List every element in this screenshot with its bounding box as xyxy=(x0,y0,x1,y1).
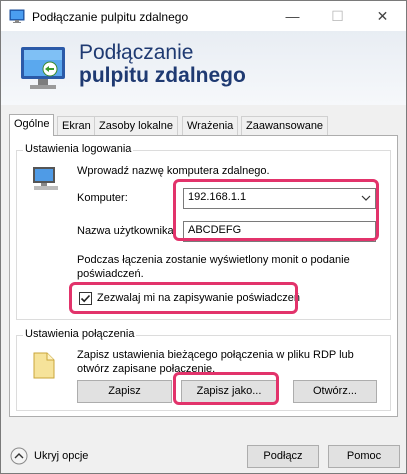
chevron-up-icon[interactable] xyxy=(10,447,28,465)
remote-desktop-icon xyxy=(9,9,25,23)
tab-ekran[interactable]: Ekran xyxy=(57,116,96,135)
prompt-note-line1: Podczas łączenia zostanie wyświetlony mo… xyxy=(77,254,350,266)
help-button[interactable]: Pomoc xyxy=(328,445,400,468)
logon-settings-group: Ustawienia logowania Wprowadź nazwę komp… xyxy=(16,143,391,320)
connection-settings-group: Ustawienia połączenia Zapisz ustawienia … xyxy=(16,328,391,411)
minimize-button[interactable]: — xyxy=(270,1,315,31)
username-label: Nazwa użytkownika: xyxy=(77,225,177,237)
header-banner: Podłączanie pulpitu zdalnego xyxy=(1,31,406,105)
connection-description-line2: otwórz zapisane połączenie. xyxy=(77,363,216,375)
open-button[interactable]: Otwórz... xyxy=(293,380,377,403)
window-title: Podłączanie pulpitu zdalnego xyxy=(32,10,189,24)
computer-value: 192.168.1.1 xyxy=(188,191,247,203)
save-as-button[interactable]: Zapisz jako... xyxy=(181,380,277,403)
computer-instruction: Wprowadź nazwę komputera zdalnego. xyxy=(77,165,270,177)
computer-label: Komputer: xyxy=(77,192,128,204)
connection-group-label: Ustawienia połączenia xyxy=(23,328,137,340)
close-button[interactable]: ✕ xyxy=(360,1,405,31)
tab-zaawansowane[interactable]: Zaawansowane xyxy=(241,116,329,135)
save-credentials-label[interactable]: Zezwalaj mi na zapisywanie poświadczeń xyxy=(97,292,300,304)
tab-wrazenia[interactable]: Wrażenia xyxy=(182,116,239,135)
rdp-window: Podłączanie pulpitu zdalnego — ☐ ✕ Podłą… xyxy=(0,0,407,474)
tab-panel-ogolne: Ustawienia logowania Wprowadź nazwę komp… xyxy=(9,135,398,417)
chevron-down-icon[interactable] xyxy=(360,193,372,203)
title-bar: Podłączanie pulpitu zdalnego — ☐ ✕ xyxy=(1,1,406,31)
maximize-button[interactable]: ☐ xyxy=(315,1,360,31)
header-title-line1: Podłączanie xyxy=(79,41,194,64)
remote-desktop-icon xyxy=(21,47,65,89)
computer-icon xyxy=(33,167,58,190)
rdp-file-icon xyxy=(33,352,55,379)
checkmark-icon xyxy=(80,294,91,303)
prompt-note-line2: poświadczeń. xyxy=(77,268,144,280)
hide-options-link[interactable]: Ukryj opcje xyxy=(34,450,88,462)
logon-group-label: Ustawienia logowania xyxy=(23,143,134,155)
username-field[interactable]: ABCDEFG xyxy=(183,221,376,242)
computer-combobox[interactable]: 192.168.1.1 xyxy=(183,188,376,209)
header-title-line2: pulpitu zdalnego xyxy=(79,64,246,87)
username-value: ABCDEFG xyxy=(188,224,242,236)
connect-button[interactable]: Podłącz xyxy=(247,445,319,468)
save-button[interactable]: Zapisz xyxy=(77,380,172,403)
save-credentials-checkbox[interactable] xyxy=(79,292,92,305)
tab-ogolne[interactable]: Ogólne xyxy=(9,114,55,136)
tab-zasoby-lokalne[interactable]: Zasoby lokalne xyxy=(94,116,178,135)
connection-description-line1: Zapisz ustawienia bieżącego połączenia w… xyxy=(77,349,354,361)
